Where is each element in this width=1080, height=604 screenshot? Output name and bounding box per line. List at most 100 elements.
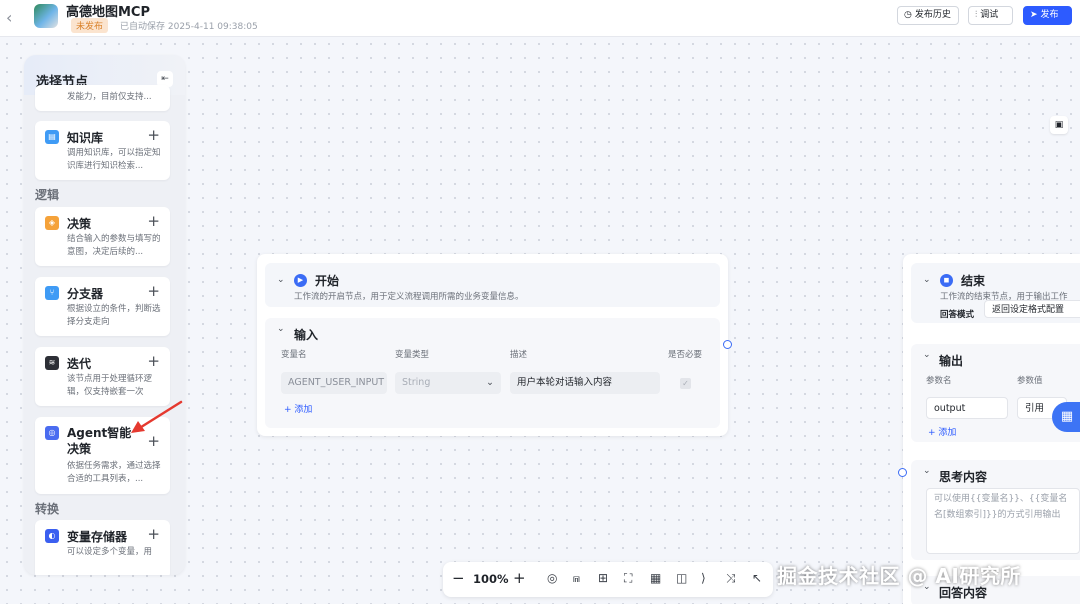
app-logo	[34, 4, 58, 28]
clock-icon: ◷	[904, 10, 912, 20]
zoom-level: 100%	[473, 572, 509, 586]
variable-desc-field[interactable]: 用户本轮对话输入内容	[510, 372, 660, 394]
node-card-knowledge[interactable]: ▤ 知识库 + 调用知识库，可以指定知识库进行知识检索...	[35, 121, 170, 180]
start-node-header: ⌄ ▶ 开始 工作流的开启节点，用于定义流程调用所需的业务变量信息。	[265, 263, 720, 307]
top-bar: ‹ 高德地图MCP 未发布 已自动保存 2025-4-11 09:38:05 ◷…	[0, 0, 1080, 37]
output-port[interactable]	[723, 340, 732, 349]
annotation-arrow-icon	[131, 400, 183, 433]
node-card-desc: 可以设定多个变量，用	[67, 547, 153, 557]
status-badge: 未发布	[71, 18, 109, 33]
debug-button[interactable]: ⫶ 调试	[968, 6, 1013, 25]
chevron-down-icon[interactable]: ⌄	[923, 350, 931, 360]
column-header: 描述	[510, 350, 528, 360]
node-title: 开始	[315, 274, 340, 288]
node-card-name: 分支器	[67, 287, 104, 301]
node-card-name: 决策	[67, 217, 92, 231]
input-section: ⌄ 输入 变量名 变量类型 描述 是否必要 AGENT_USER_INPUT S…	[265, 318, 720, 428]
node-card-desc: 该节点用于处理循环逻辑，仅支持嵌套一次	[67, 374, 153, 397]
pointer-icon[interactable]: ↖	[752, 571, 762, 585]
node-card-partial[interactable]: 发能力，目前仅支持...	[35, 85, 170, 111]
add-node-icon[interactable]: +	[147, 352, 160, 370]
node-title: 结束	[961, 274, 986, 288]
section-label: 转换	[35, 502, 60, 516]
plus-icon: +	[284, 405, 295, 415]
thinking-placeholder: 可以使用{{变量名}}、{{变量名	[934, 494, 1068, 504]
thinking-placeholder: 名[数组索引]}}的方式引用输出	[934, 510, 1061, 520]
node-card-branch[interactable]: ⑂ 分支器 + 根据设立的条件，判断选择分支走向	[35, 277, 170, 336]
column-header: 参数名	[926, 376, 952, 386]
node-card-name: 变量存储器	[67, 530, 128, 544]
fit-view-icon[interactable]: ⛶	[624, 571, 632, 586]
watermark: 掘金技术社区 @ AI研究所	[777, 564, 1021, 588]
output-name-field[interactable]: output	[926, 397, 1008, 419]
publish-button[interactable]: ➤ 发布	[1023, 6, 1072, 25]
node-card-desc: 依据任务需求，通过选择合适的工具列表，...	[67, 461, 161, 484]
branch-icon: ⑂	[45, 286, 59, 300]
section-label: 逻辑	[35, 188, 60, 202]
sliders-icon: ⫶	[975, 10, 978, 20]
shuffle-icon[interactable]: ⤨	[726, 571, 736, 586]
required-checkbox[interactable]: ✓	[680, 378, 691, 389]
grid-icon[interactable]: ▦	[650, 571, 661, 585]
node-card-decision[interactable]: ◈ 决策 + 结合输入的参数与填写的意图，决定后续的...	[35, 207, 170, 266]
end-node-header: ⌄ ◼ 结束 工作流的结束节点，用于输出工作 回答模式 返回设定格式配置	[911, 263, 1080, 323]
add-box-icon[interactable]: ⊞	[598, 571, 608, 585]
start-node[interactable]: ⌄ ▶ 开始 工作流的开启节点，用于定义流程调用所需的业务变量信息。 ⌄ 输入 …	[257, 254, 728, 436]
qr-code-icon[interactable]: ▦	[1052, 402, 1080, 432]
column-header: 参数值	[1017, 376, 1043, 386]
thinking-title: 思考内容	[939, 470, 988, 484]
reply-mode-select[interactable]: 返回设定格式配置	[984, 300, 1080, 318]
stop-icon: ◼	[940, 274, 953, 287]
add-output-link[interactable]: + 添加	[928, 425, 956, 438]
send-icon: ➤	[1030, 10, 1038, 20]
variable-name-field[interactable]: AGENT_USER_INPUT	[281, 372, 387, 394]
input-title: 输入	[294, 328, 319, 342]
add-node-icon[interactable]: +	[147, 212, 160, 230]
add-node-icon[interactable]: +	[147, 126, 160, 144]
add-node-icon[interactable]: +	[147, 525, 160, 543]
agent-icon: ◎	[45, 426, 59, 440]
note-icon[interactable]: ◫	[676, 571, 687, 585]
column-header: 是否必要	[668, 350, 703, 360]
chevron-left-icon[interactable]: ‹	[6, 8, 12, 27]
input-port[interactable]	[898, 468, 907, 477]
publish-history-button[interactable]: ◷ 发布历史	[897, 6, 959, 25]
output-title: 输出	[939, 354, 964, 368]
node-card-desc: 结合输入的参数与填写的意图，决定后续的...	[67, 234, 161, 257]
chevron-down-icon[interactable]: ⌄	[923, 275, 931, 285]
node-card-variable[interactable]: ◐ 变量存储器 + 可以设定多个变量，用	[35, 520, 170, 575]
book-icon: ▤	[45, 130, 59, 144]
minimap-icon[interactable]: ▣	[1050, 116, 1068, 134]
zoom-in-button[interactable]: +	[513, 569, 526, 587]
reply-mode-label: 回答模式	[940, 310, 975, 320]
add-node-icon[interactable]: +	[147, 282, 160, 300]
node-card-desc: 根据设立的条件，判断选择分支走向	[67, 304, 161, 327]
plus-icon: +	[928, 428, 939, 438]
variable-type-value: String	[402, 377, 431, 388]
chevron-down-icon[interactable]: ⌄	[277, 275, 285, 285]
variable-icon: ◐	[45, 529, 59, 543]
chevron-down-icon[interactable]: ⌄	[923, 466, 931, 476]
add-variable-link[interactable]: + 添加	[284, 402, 312, 415]
chevron-down-icon[interactable]: ⌄	[277, 324, 285, 334]
loop-icon: ≋	[45, 356, 59, 370]
column-header: 变量名	[281, 350, 307, 360]
chevron-down-icon: ⌄	[486, 377, 494, 388]
variable-type-select[interactable]: String ⌄	[395, 372, 501, 394]
node-card-name: 迭代	[67, 357, 92, 371]
locate-icon[interactable]: ◎	[547, 571, 557, 585]
node-description: 工作流的开启节点，用于定义流程调用所需的业务变量信息。	[294, 292, 524, 302]
layout-icon[interactable]: ⩎	[573, 571, 580, 586]
node-card-desc: 发能力，目前仅支持...	[67, 92, 152, 102]
node-card-name: 知识库	[67, 131, 104, 145]
zoom-out-button[interactable]: −	[452, 569, 465, 587]
connect-icon[interactable]: ⟩	[701, 571, 706, 585]
output-section: ⌄ 输出 参数名 参数值 output 引用 + 添加	[911, 344, 1080, 442]
play-icon: ▶	[294, 274, 307, 287]
node-card-loop[interactable]: ≋ 迭代 + 该节点用于处理循环逻辑，仅支持嵌套一次	[35, 347, 170, 406]
node-panel: 选择节点 ⇤ 发能力，目前仅支持... ▤ 知识库 + 调用知识库，可以指定知识…	[24, 55, 185, 575]
node-card-desc: 调用知识库，可以指定知识库进行知识检索...	[67, 148, 161, 171]
decision-icon: ◈	[45, 216, 59, 230]
thinking-textarea[interactable]: 可以使用{{变量名}}、{{变量名 名[数组索引]}}的方式引用输出	[926, 488, 1080, 554]
column-header: 变量类型	[395, 350, 430, 360]
